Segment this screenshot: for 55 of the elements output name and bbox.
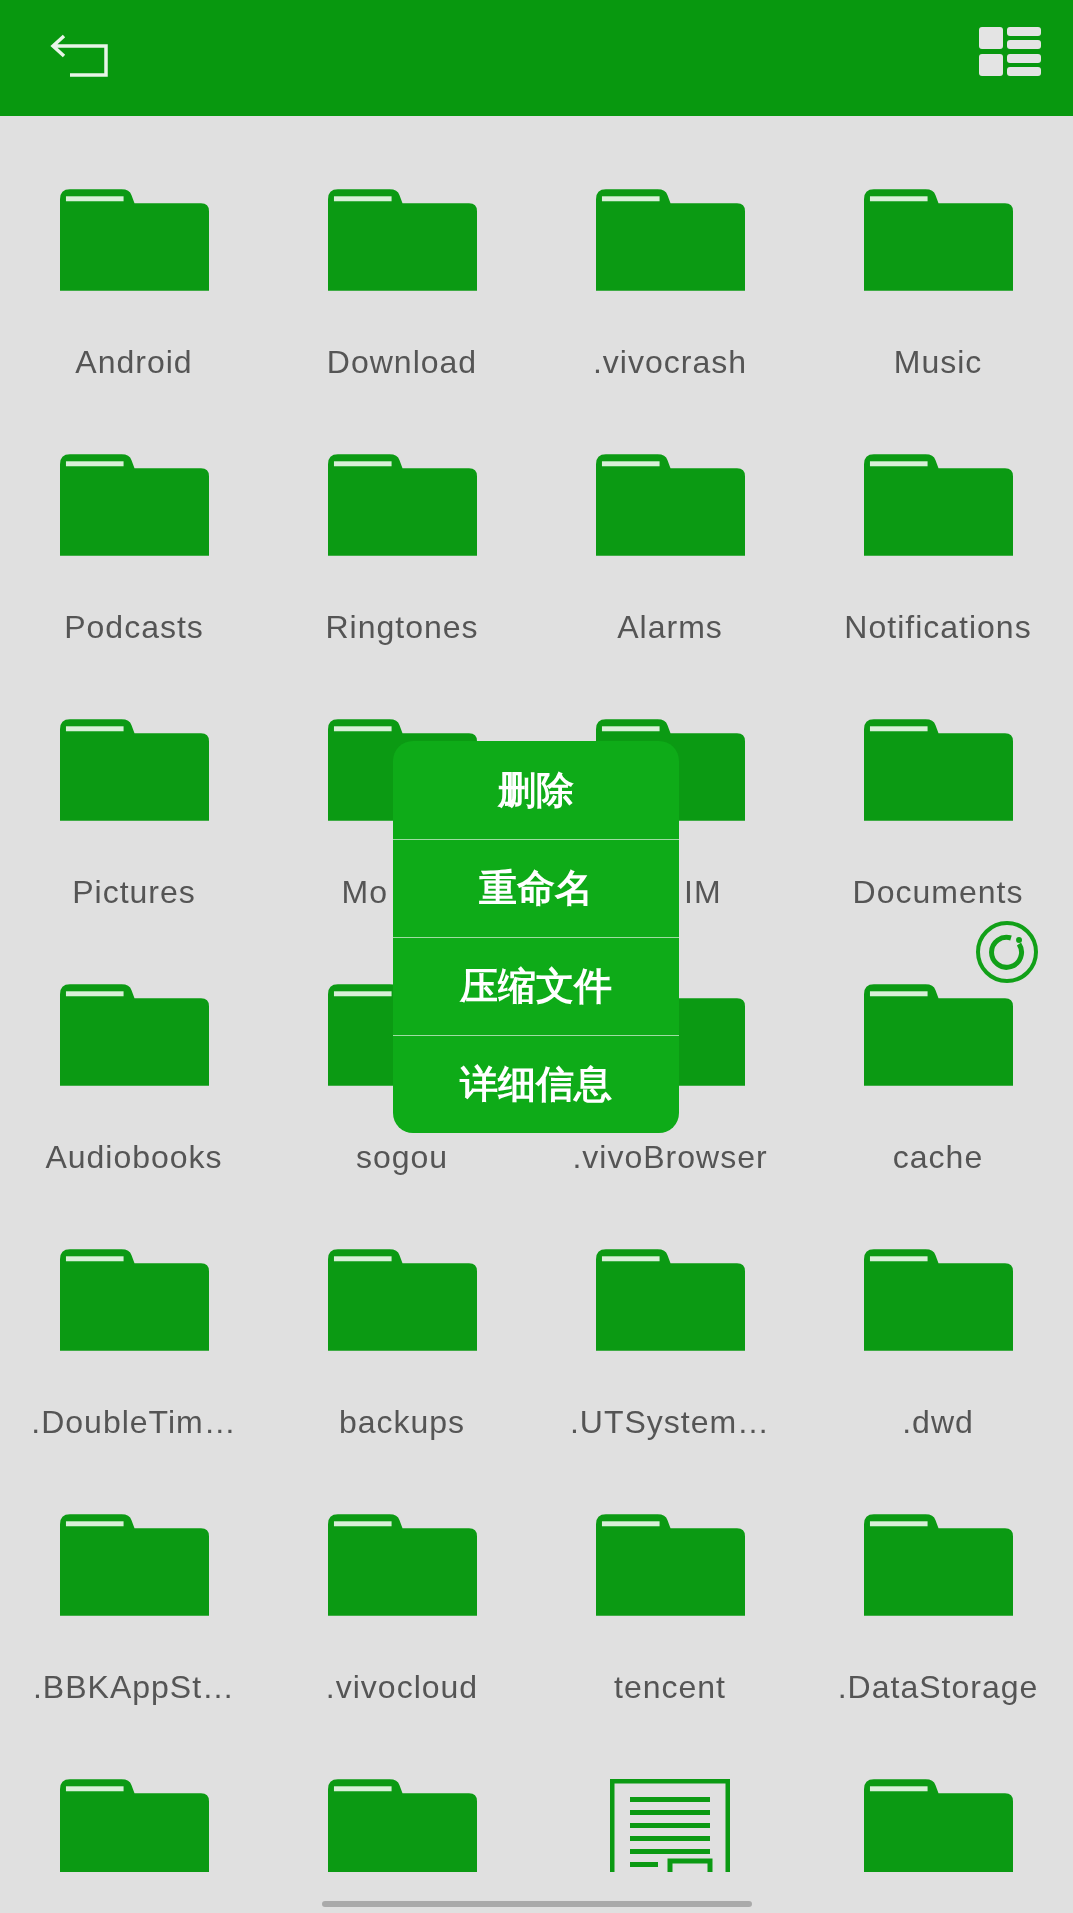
folder-name: .DoubleTim… [31,1403,237,1441]
folder-name: Podcasts [64,608,204,646]
folder-name: Notifications [844,608,1032,646]
folder-icon[interactable] [863,984,1013,1086]
folder-name: tencent [614,1668,726,1706]
folder-name: .vivoBrowser [572,1138,768,1176]
folder-icon[interactable] [327,454,477,556]
folder-name: .DataStorage [837,1668,1039,1706]
folder-icon[interactable] [863,454,1013,556]
folder-name: Mo [341,873,388,911]
folder-name: .vivocloud [325,1668,479,1706]
folder-name: .vivocrash [592,343,747,381]
folder-icon[interactable] [59,984,209,1086]
folder-icon[interactable] [59,1249,209,1351]
folder-name: Audiobooks [45,1138,223,1176]
folder-icon[interactable] [59,454,209,556]
folder-name: .UTSystem… [569,1403,771,1441]
document-icon[interactable] [610,1779,730,1872]
folder-icon[interactable] [59,189,209,291]
folder-icon[interactable] [595,189,745,291]
folder-icon[interactable] [863,719,1013,821]
folder-name: IM [684,873,722,911]
folder-name: Pictures [72,873,196,911]
folder-icon[interactable] [327,1249,477,1351]
folder-name: Music [893,343,983,381]
folder-name: Android [75,343,193,381]
folder-name: .BBKAppSt… [32,1668,236,1706]
menu-item[interactable]: 重命名 [393,839,679,937]
folder-icon[interactable] [595,1514,745,1616]
folder-name: backups [338,1403,466,1441]
menu-item[interactable]: 删除 [393,741,679,839]
folder-icon[interactable] [863,1249,1013,1351]
folder-icon[interactable] [59,1514,209,1616]
folder-name: Documents [852,873,1024,911]
folder-icon[interactable] [595,1249,745,1351]
folder-icon[interactable] [863,189,1013,291]
folder-icon[interactable] [863,1514,1013,1616]
menu-item[interactable]: 压缩文件 [393,937,679,1035]
folder-name: .dwd [902,1403,974,1441]
menu-item[interactable]: 详细信息 [393,1035,679,1133]
folder-name: Ringtones [325,608,479,646]
ring-icon[interactable] [975,920,1039,984]
folder-icon[interactable] [595,454,745,556]
folder-icon[interactable] [863,1779,1013,1872]
folder-name: Download [326,343,478,381]
list-view-icon[interactable] [979,27,1041,77]
folder-name: cache [892,1138,984,1176]
back-icon[interactable] [50,34,110,78]
folder-icon[interactable] [327,1514,477,1616]
folder-icon[interactable] [59,1779,209,1872]
folder-name: sogou [355,1138,449,1176]
folder-icon[interactable] [59,719,209,821]
folder-icon[interactable] [327,1779,477,1872]
folder-name: Alarms [617,608,723,646]
folder-icon[interactable] [327,189,477,291]
